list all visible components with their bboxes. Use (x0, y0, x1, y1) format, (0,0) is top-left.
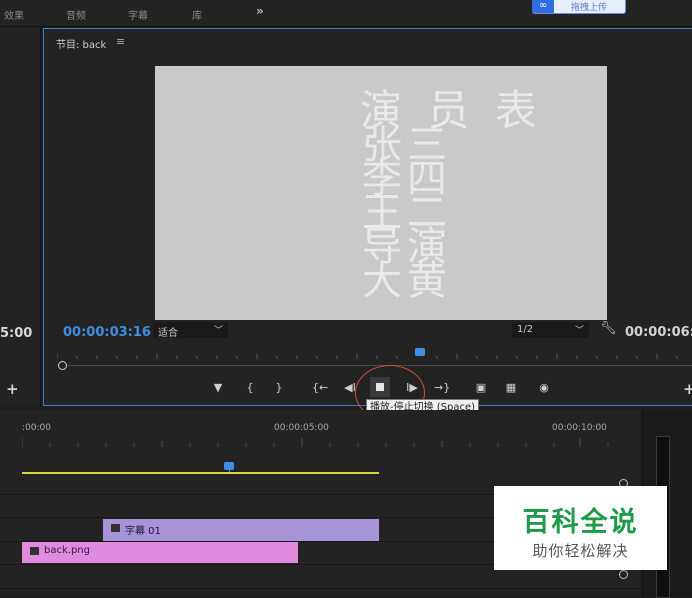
timeline-ruler-label: 00:00:10:00 (552, 423, 607, 433)
source-timecode[interactable]: 5:00 (0, 326, 32, 341)
button-editor-add[interactable]: + (683, 380, 692, 398)
workspace-tab-captions[interactable]: 字幕 (128, 7, 148, 22)
source-panel (0, 27, 41, 407)
panel-menu-icon[interactable]: ≡ (116, 35, 125, 48)
source-add-button[interactable]: + (6, 380, 19, 398)
credits-column-roles: 三 四 二 演 黄 (407, 122, 449, 304)
zoom-value: 适合 (158, 328, 178, 339)
zoom-scroll-handle[interactable] (58, 361, 67, 370)
lift-icon[interactable]: ▣ (474, 381, 488, 394)
workspace-tab-effects[interactable]: 效果 (4, 7, 24, 22)
mark-out-icon[interactable]: } (272, 381, 286, 394)
zoom-select[interactable]: 适合 ﹀ (153, 322, 228, 339)
resolution-select[interactable]: 1/2 ﹀ (512, 322, 589, 338)
workspace-tab-libraries[interactable]: 库 (192, 7, 202, 22)
export-frame-icon[interactable]: ◉ (537, 381, 551, 394)
chevron-down-icon: ﹀ (574, 326, 584, 336)
clip-image[interactable]: back.png (22, 542, 298, 563)
upload-label: 拖拽上传 (571, 3, 608, 13)
watermark-title: 百科全说 (522, 507, 639, 538)
clip-title[interactable]: 字幕 01 (103, 519, 379, 541)
clip-name: 字幕 01 (125, 526, 161, 537)
playhead-timecode[interactable]: 00:00:03:16 (63, 325, 151, 340)
watermark: 百科全说 助你轻松解决 (494, 486, 667, 570)
workspace-tab-audio[interactable]: 音频 (66, 7, 86, 22)
fx-badge-icon (111, 524, 120, 532)
clip-name: back.png (44, 545, 90, 556)
work-area-bar[interactable] (22, 472, 379, 474)
program-monitor-title[interactable]: 节目: back (56, 36, 106, 51)
extract-icon[interactable]: ▦ (504, 381, 518, 394)
monitor-time-ruler[interactable] (57, 345, 692, 359)
add-marker-icon[interactable]: ▼ (211, 381, 225, 394)
timeline-ruler[interactable] (22, 435, 640, 447)
fx-badge-icon (30, 547, 39, 555)
timeline-ruler-label: :00:00 (22, 423, 51, 433)
resolution-value: 1/2 (517, 324, 534, 335)
credits-column-names: 张 李 王 导 大 (362, 122, 404, 304)
video-preview: 演 员 表 张 李 王 导 大 三 四 二 演 黄 (155, 66, 607, 320)
mark-in-icon[interactable]: { (243, 381, 257, 394)
chevron-down-icon: ﹀ (213, 326, 223, 336)
settings-wrench-icon[interactable]: 🔧︎ (600, 321, 617, 336)
track-divider (0, 588, 640, 589)
more-workspaces-icon[interactable]: » (256, 4, 264, 18)
go-to-out-icon[interactable]: →} (434, 381, 450, 394)
scroll-handle[interactable] (619, 570, 628, 579)
watermark-subtitle: 助你轻松解决 (532, 542, 629, 560)
timeline-ruler-label: 00:00:05:00 (274, 423, 329, 433)
cloud-icon: ∞ (532, 0, 554, 13)
duration-timecode: 00:00:06:1 (625, 325, 692, 340)
monitor-playhead[interactable] (415, 348, 425, 356)
go-to-in-icon[interactable]: {← (312, 381, 328, 394)
